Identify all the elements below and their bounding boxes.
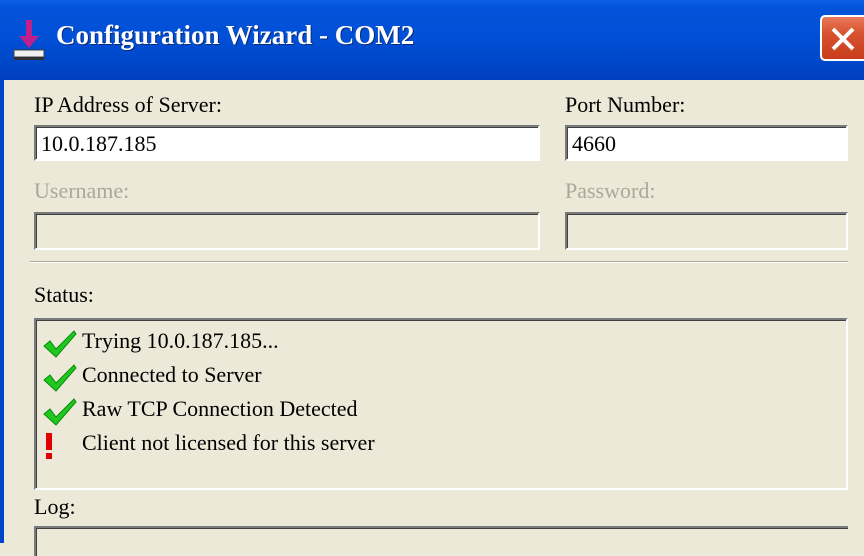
log-label: Log: bbox=[34, 494, 76, 519]
status-list: Trying 10.0.187.185... Connected to Serv… bbox=[34, 318, 848, 490]
log-area[interactable] bbox=[34, 526, 848, 556]
close-icon bbox=[831, 27, 855, 51]
username-label: Username: bbox=[34, 178, 130, 203]
port-number-input[interactable]: 4660 bbox=[565, 125, 848, 161]
window-frame-left bbox=[0, 80, 4, 543]
port-number-label: Port Number: bbox=[565, 92, 686, 117]
status-item-text: Trying 10.0.187.185... bbox=[82, 328, 279, 353]
checkmark-icon bbox=[43, 398, 77, 426]
password-label: Password: bbox=[565, 178, 656, 203]
status-label: Status: bbox=[34, 282, 94, 307]
window-title: Configuration Wizard - COM2 bbox=[56, 20, 415, 50]
title-bar[interactable]: Configuration Wizard - COM2 bbox=[0, 0, 864, 80]
checkmark-icon bbox=[43, 330, 77, 358]
password-input[interactable] bbox=[565, 212, 848, 250]
close-button[interactable] bbox=[820, 15, 864, 61]
status-item-text: Connected to Server bbox=[82, 362, 262, 387]
separator bbox=[30, 261, 848, 263]
checkmark-icon bbox=[43, 364, 77, 392]
download-arrow-icon bbox=[13, 20, 45, 60]
status-item-text: Client not licensed for this server bbox=[82, 430, 375, 455]
ip-address-label: IP Address of Server: bbox=[34, 92, 222, 117]
status-item-text: Raw TCP Connection Detected bbox=[82, 396, 358, 421]
ip-address-input[interactable]: 10.0.187.185 bbox=[34, 125, 540, 161]
exclamation-icon bbox=[46, 433, 52, 459]
username-input[interactable] bbox=[34, 212, 540, 250]
